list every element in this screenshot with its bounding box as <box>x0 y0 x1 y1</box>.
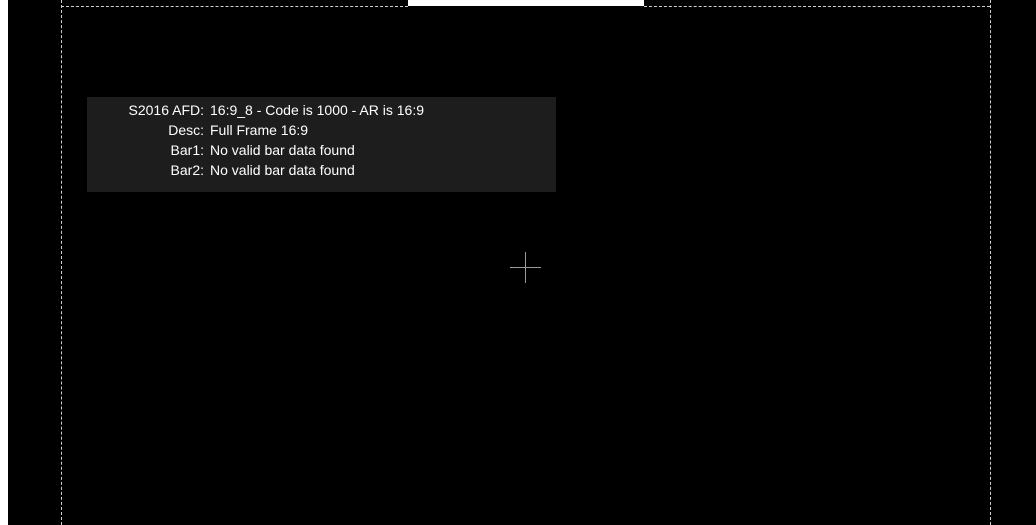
desc-label: Desc: <box>168 122 204 138</box>
desc-row: Desc: Full Frame 16:9 <box>87 120 556 140</box>
video-viewer[interactable]: S2016 AFD: 16:9_8 - Code is 1000 - AR is… <box>8 0 1036 525</box>
bar2-row: Bar2: No valid bar data found <box>87 160 556 180</box>
safe-area-top-guide-right <box>644 6 990 7</box>
bar1-row: Bar1: No valid bar data found <box>87 140 556 160</box>
safe-area-right-guide <box>990 0 991 525</box>
bar2-label: Bar2: <box>170 162 204 178</box>
desc-value: Full Frame 16:9 <box>210 122 309 138</box>
crosshair-vertical-line <box>525 252 526 283</box>
afd-info-panel: S2016 AFD: 16:9_8 - Code is 1000 - AR is… <box>87 97 556 192</box>
crosshair-icon <box>510 252 541 283</box>
safe-area-top-guide-left <box>61 6 408 7</box>
safe-area-left-guide <box>61 0 62 525</box>
afd-row: S2016 AFD: 16:9_8 - Code is 1000 - AR is… <box>87 100 556 120</box>
afd-label: S2016 AFD: <box>128 102 205 118</box>
bar2-value: No valid bar data found <box>210 162 355 178</box>
bar1-value: No valid bar data found <box>210 142 355 158</box>
afd-value: 16:9_8 - Code is 1000 - AR is 16:9 <box>210 102 425 118</box>
top-gap <box>408 0 644 6</box>
bar1-label: Bar1: <box>170 142 204 158</box>
